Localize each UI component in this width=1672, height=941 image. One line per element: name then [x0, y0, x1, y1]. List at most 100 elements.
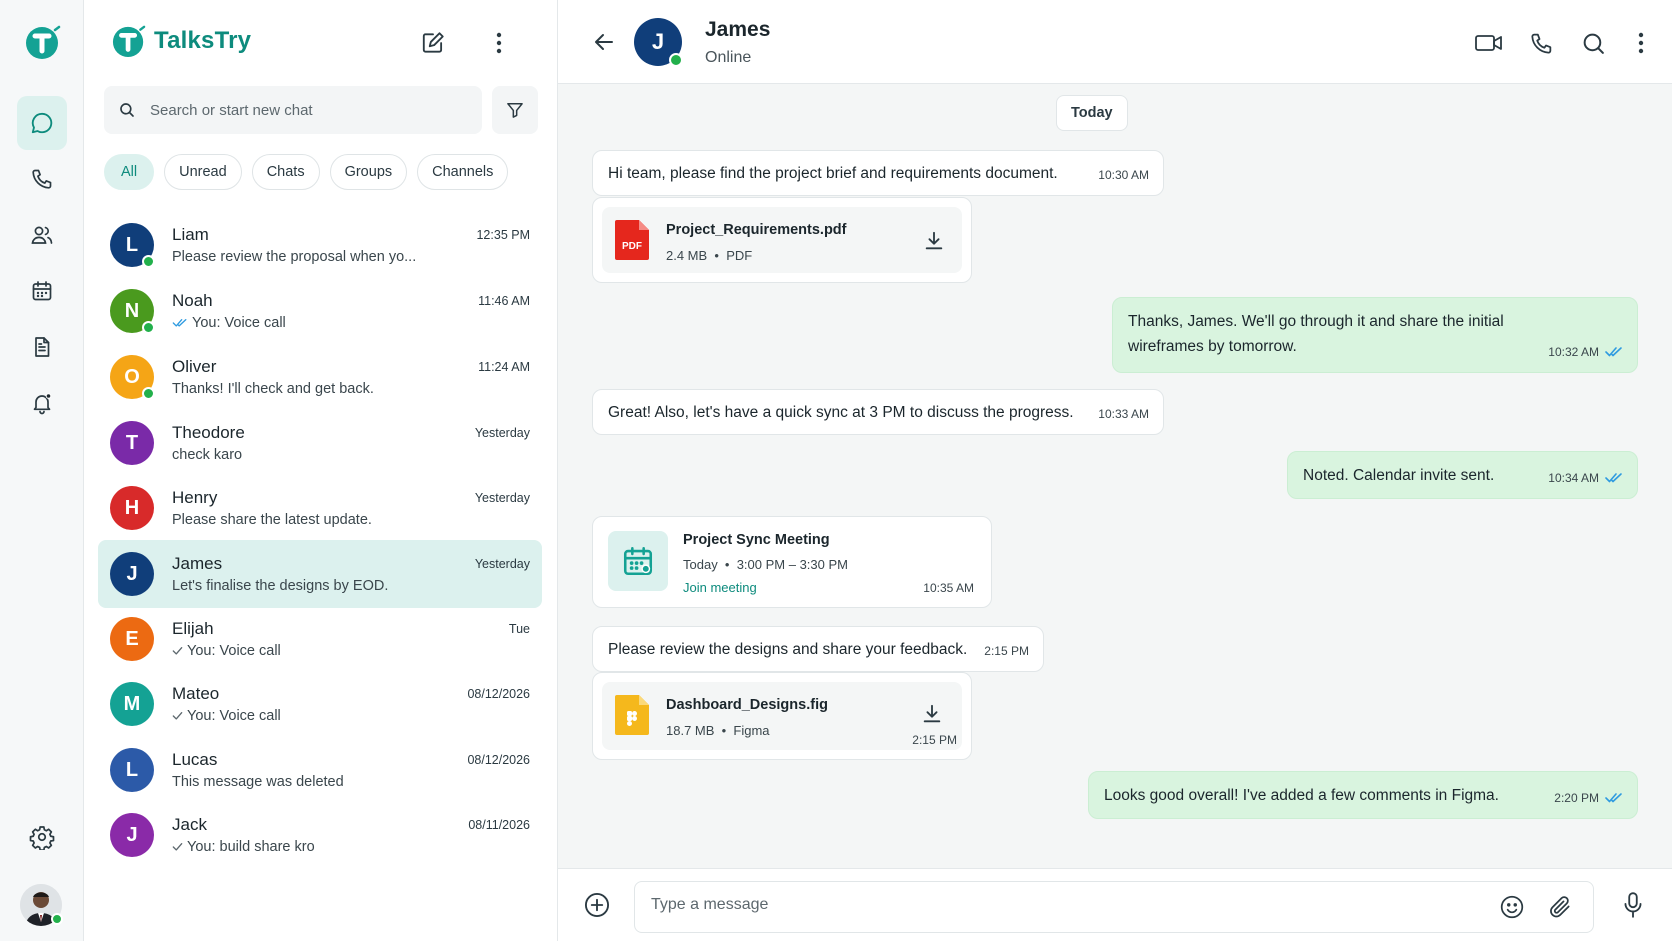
document-icon: [30, 335, 54, 359]
file-card: Dashboard_Designs.fig 18.7 MB • Figma: [602, 682, 962, 750]
message-outgoing[interactable]: Looks good overall! I've added a few com…: [1088, 771, 1638, 819]
chat-list-item[interactable]: J Jack 08/11/2026 You: build share kro: [98, 801, 542, 869]
figma-file-icon: [614, 694, 650, 736]
rail-calls-button[interactable]: [17, 152, 67, 206]
file-size: 2.4 MB: [666, 248, 708, 263]
rail-contacts-button[interactable]: [17, 208, 67, 262]
rail-chats-button[interactable]: [17, 96, 67, 150]
download-icon: [921, 703, 943, 725]
calendar-icon: [608, 531, 668, 591]
chat-name: Noah: [172, 291, 213, 310]
chat-list-item[interactable]: L Lucas 08/12/2026 This message was deleted: [98, 736, 542, 804]
chat-preview-text: You: Voice call: [187, 708, 281, 724]
chat-preview: check karo: [172, 447, 242, 463]
compose-icon: [420, 30, 446, 56]
chip-unread[interactable]: Unread: [164, 154, 242, 190]
message-time: 2:15 PM: [912, 733, 957, 747]
file-message[interactable]: PDF Project_Requirements.pdf 2.4 MB • PD…: [592, 197, 972, 283]
chip-all[interactable]: All: [104, 154, 155, 190]
check-icon: [172, 842, 183, 852]
chat-list-item[interactable]: L Liam 12:35 PM Please review the proposal …: [98, 211, 542, 279]
message-text: Hi team, please find the project brief a…: [608, 165, 1058, 182]
chat-list-item[interactable]: M Mateo 08/12/2026 You: Voice call: [98, 670, 542, 738]
video-call-button[interactable]: [1472, 26, 1506, 60]
message-text-line-1: Thanks, James. We'll go through it and s…: [1128, 313, 1504, 330]
message-text: Noted. Calendar invite sent.: [1303, 467, 1495, 484]
calendar-icon: [30, 279, 54, 303]
download-button[interactable]: [920, 227, 948, 255]
message-outgoing[interactable]: Noted. Calendar invite sent. 10:34 AM: [1287, 451, 1638, 499]
chat-preview-text: Please review the proposal when yo...: [172, 249, 417, 265]
message-outgoing[interactable]: Thanks, James. We'll go through it and s…: [1112, 297, 1638, 373]
chat-list-item[interactable]: J James Yesterday Let's finalise the design…: [98, 540, 542, 608]
conversation-more-button[interactable]: [1624, 26, 1658, 60]
nav-rail: [0, 0, 84, 941]
chat-list-item[interactable]: E Elijah Tue You: Voice call: [98, 605, 542, 673]
chat-preview-text: This message was deleted: [172, 774, 344, 790]
chat-preview: Thanks! I'll check and get back.: [172, 381, 374, 397]
new-chat-button[interactable]: [416, 26, 450, 60]
chat-time: Yesterday: [474, 491, 530, 505]
file-type: PDF: [726, 248, 753, 263]
chip-channels[interactable]: Channels: [417, 154, 509, 190]
rail-notifications-button[interactable]: [17, 376, 67, 430]
chat-list-item[interactable]: N Noah 11:46 AM You: Voice call: [98, 277, 542, 345]
meeting-invite-message[interactable]: Project Sync Meeting Today • 3:00 PM – 3…: [592, 516, 992, 608]
message-incoming[interactable]: Hi team, please find the project brief a…: [592, 150, 1164, 196]
back-button[interactable]: [588, 26, 620, 58]
chat-list-item[interactable]: H Henry Yesterday Please share the latest u…: [98, 474, 542, 542]
chip-chats[interactable]: Chats: [251, 154, 320, 190]
attach-file-button[interactable]: [1543, 890, 1577, 924]
download-button[interactable]: [918, 700, 946, 728]
rail-calendar-button[interactable]: [17, 264, 67, 318]
chat-avatar: L: [110, 748, 154, 792]
message-input[interactable]: [651, 896, 1451, 914]
chat-preview: You: build share kro: [172, 839, 315, 855]
chip-groups[interactable]: Groups: [329, 154, 408, 190]
chat-list-panel: TalksTry All Unread Chats Groups Channel…: [84, 0, 558, 941]
message-incoming[interactable]: Great! Also, let's have a quick sync at …: [592, 389, 1164, 435]
chat-time: Yesterday: [474, 426, 530, 440]
chat-name: Theodore: [172, 423, 245, 442]
message-time: 2:20 PM: [1554, 791, 1599, 805]
conversation-header: J James Online: [558, 0, 1672, 84]
double-check-icon: [1605, 792, 1623, 804]
message-meta: 10:34 AM: [1548, 471, 1623, 485]
chat-preview: Let's finalise the designs by EOD.: [172, 578, 388, 594]
contact-name[interactable]: James: [705, 18, 770, 42]
voice-message-button[interactable]: [1616, 888, 1650, 922]
file-message[interactable]: Dashboard_Designs.fig 18.7 MB • Figma 2:…: [592, 672, 972, 760]
chat-icon: [29, 110, 55, 136]
file-name: Project_Requirements.pdf: [666, 222, 847, 238]
search-input[interactable]: [150, 101, 450, 119]
chat-list-item[interactable]: O Oliver 11:24 AM Thanks! I'll check and ge…: [98, 343, 542, 411]
chat-preview-text: Thanks! I'll check and get back.: [172, 381, 374, 397]
chat-time: Tue: [508, 622, 530, 636]
search-bar[interactable]: [104, 86, 482, 134]
list-more-button[interactable]: [482, 26, 516, 60]
join-meeting-link[interactable]: Join meeting: [683, 580, 757, 595]
search-conversation-button[interactable]: [1576, 26, 1610, 60]
message-text: Great! Also, let's have a quick sync at …: [608, 404, 1074, 421]
voice-call-button[interactable]: [1524, 26, 1558, 60]
message-incoming[interactable]: Please review the designs and share your…: [592, 626, 1044, 672]
add-attachment-button[interactable]: [580, 888, 614, 922]
day-separator: Today: [1056, 95, 1128, 131]
chat-preview-text: You: build share kro: [187, 839, 315, 855]
rail-documents-button[interactable]: [17, 320, 67, 374]
chat-time: 08/12/2026: [467, 687, 530, 701]
emoji-button[interactable]: [1495, 890, 1529, 924]
user-online-indicator: [51, 913, 63, 925]
double-check-icon: [1605, 346, 1623, 358]
contact-status: Online: [705, 49, 752, 66]
microphone-icon: [1620, 891, 1646, 919]
chat-list-item[interactable]: T Theodore Yesterday check karo: [98, 409, 542, 477]
message-meta: 10:32 AM: [1548, 345, 1623, 359]
chat-name: Henry: [172, 488, 218, 507]
rail-settings-button[interactable]: [17, 810, 67, 864]
message-input-box[interactable]: [634, 881, 1594, 933]
file-card: PDF Project_Requirements.pdf 2.4 MB • PD…: [602, 207, 962, 273]
filter-button[interactable]: [492, 86, 538, 134]
message-meta: 2:20 PM: [1554, 791, 1623, 805]
message-text: Please review the designs and share your…: [608, 641, 968, 658]
